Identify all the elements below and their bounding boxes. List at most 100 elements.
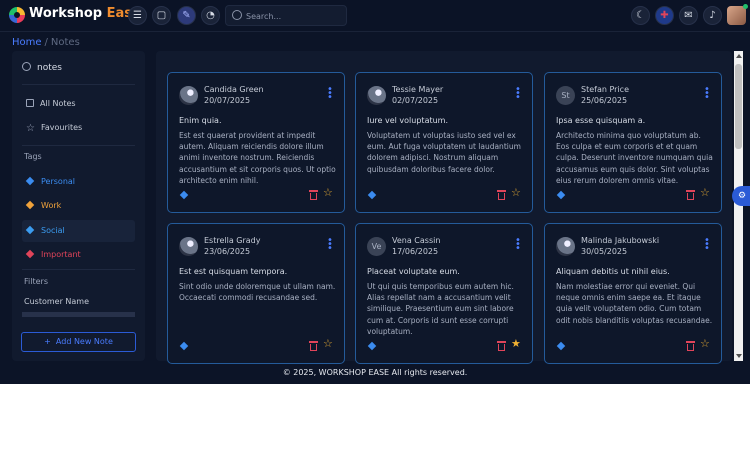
- sidebar-title: notes: [22, 62, 62, 73]
- notes-grid: Candida Green 20/07/2025 • • • Enim quia. …: [156, 51, 732, 364]
- note-body: Nam molestiae error qui eveniet. Qui neq…: [556, 282, 713, 325]
- notes-sidebar: notes All Notes ☆ Favourites Tags Persona…: [12, 51, 145, 361]
- breadcrumb: Home / Notes: [12, 37, 80, 48]
- tag-diamond-icon: [179, 341, 189, 351]
- note-card[interactable]: Tessie Mayer 02/07/2025 • • • Iure vel vol…: [355, 72, 533, 213]
- tags-label: Tags: [24, 152, 42, 161]
- filter-customer-name[interactable]: Customer Name: [24, 297, 89, 306]
- note-title: Enim quia.: [179, 116, 222, 125]
- kebab-menu-icon[interactable]: • • •: [704, 236, 710, 254]
- breadcrumb-home[interactable]: Home: [12, 37, 42, 48]
- note-date: 17/06/2025: [392, 247, 439, 256]
- note-body: Ut qui quis temporibus eum autem hic. Al…: [367, 282, 514, 336]
- tag-diamond-icon: [25, 176, 35, 186]
- tag-diamond-icon: [25, 225, 35, 235]
- divider: [22, 145, 135, 146]
- trash-icon[interactable]: [497, 341, 506, 351]
- star-filled-icon[interactable]: ★: [511, 337, 521, 350]
- kebab-menu-icon[interactable]: • • •: [704, 85, 710, 103]
- filters-label: Filters: [24, 277, 48, 286]
- notes-icon: [22, 62, 31, 71]
- author-avatar: [556, 237, 575, 256]
- scrollbar-thumb[interactable]: [735, 64, 742, 149]
- trash-icon[interactable]: [497, 190, 506, 200]
- logo-icon: [9, 7, 25, 23]
- note-date: 20/07/2025: [204, 96, 251, 105]
- sidebar-tag-social[interactable]: Social: [22, 220, 135, 242]
- trash-icon[interactable]: [686, 190, 695, 200]
- moon-icon[interactable]: ☾: [631, 6, 650, 25]
- tag-diamond-icon: [25, 249, 35, 259]
- tag-diamond-icon: [179, 190, 189, 200]
- star-outline-icon[interactable]: ☆: [700, 337, 710, 350]
- author-avatar: [367, 86, 386, 105]
- bell-icon[interactable]: ♪: [703, 6, 722, 25]
- note-card[interactable]: Candida Green 20/07/2025 • • • Enim quia. …: [167, 72, 345, 213]
- note-date: 23/06/2025: [204, 247, 251, 256]
- sidebar-item-favourites[interactable]: ☆ Favourites: [22, 117, 135, 139]
- search-box: [225, 5, 347, 26]
- notes-icon[interactable]: ◔: [201, 6, 220, 25]
- uk-flag-icon[interactable]: ✚: [655, 6, 674, 25]
- sidebar-tag-work[interactable]: Work: [22, 195, 135, 217]
- star-outline-icon[interactable]: ☆: [323, 186, 333, 199]
- kebab-menu-icon[interactable]: • • •: [327, 236, 333, 254]
- author-name: Estrella Grady: [204, 236, 261, 245]
- note-card[interactable]: Malinda Jakubowski 30/05/2025 • • • Aliqua…: [544, 223, 722, 364]
- page-scrollbar[interactable]: [734, 51, 743, 361]
- scroll-down-arrow-icon[interactable]: [736, 354, 742, 358]
- author-name: Vena Cassin: [392, 236, 441, 245]
- kebab-menu-icon[interactable]: • • •: [515, 85, 521, 103]
- breadcrumb-current: Notes: [50, 37, 80, 48]
- note-card[interactable]: Ve Vena Cassin 17/06/2025 • • • Placeat vo…: [355, 223, 533, 364]
- avatar[interactable]: [727, 4, 748, 25]
- note-title: Ipsa esse quisquam a.: [556, 116, 646, 125]
- author-avatar: [179, 86, 198, 105]
- mail-icon[interactable]: ✉: [679, 6, 698, 25]
- tag-diamond-icon: [25, 200, 35, 210]
- filter-scroll-area: [22, 312, 135, 317]
- author-name: Tessie Mayer: [392, 85, 444, 94]
- star-outline-icon[interactable]: ☆: [511, 186, 521, 199]
- note-card[interactable]: Estrella Grady 23/06/2025 • • • Est est qu…: [167, 223, 345, 364]
- note-date: 25/06/2025: [581, 96, 628, 105]
- online-status-dot: [743, 4, 748, 9]
- tag-diamond-icon: [556, 341, 566, 351]
- scroll-up-arrow-icon[interactable]: [736, 54, 742, 58]
- star-outline-icon: ☆: [26, 123, 35, 134]
- search-input[interactable]: [246, 9, 342, 23]
- sidebar-tag-important[interactable]: Important: [22, 244, 135, 266]
- trash-icon[interactable]: [309, 190, 318, 200]
- tag-diamond-icon: [556, 190, 566, 200]
- pen-icon[interactable]: ✎: [177, 6, 196, 25]
- note-title: Placeat voluptate eum.: [367, 267, 460, 276]
- kebab-menu-icon[interactable]: • • •: [515, 236, 521, 254]
- note-body: Sint odio unde doloremque ut ullam nam. …: [179, 282, 336, 303]
- sidebar-tag-personal[interactable]: Personal: [22, 171, 135, 193]
- note-card[interactable]: St Stefan Price 25/06/2025 • • • Ipsa esse…: [544, 72, 722, 213]
- add-new-note-button[interactable]: + Add New Note: [21, 332, 136, 352]
- settings-gear-icon[interactable]: ⚙: [732, 186, 750, 206]
- note-title: Aliquam debitis ut nihil eius.: [556, 267, 670, 276]
- author-name: Candida Green: [204, 85, 264, 94]
- divider: [22, 269, 135, 270]
- sidebar-item-all-notes[interactable]: All Notes: [22, 93, 135, 115]
- note-date: 30/05/2025: [581, 247, 628, 256]
- note-body: Voluptatem ut voluptas iusto sed vel ex …: [367, 131, 521, 174]
- top-header: Workshop Ease ☰ ▢ ✎ ◔ ☾ ✚ ✉ ♪: [0, 0, 750, 32]
- author-avatar: Ve: [367, 237, 386, 256]
- menu-icon[interactable]: ☰: [128, 6, 147, 25]
- note-date: 02/07/2025: [392, 96, 439, 105]
- trash-icon[interactable]: [309, 341, 318, 351]
- brand-name[interactable]: Workshop Ease: [29, 6, 141, 21]
- search-icon: [232, 10, 242, 20]
- tag-diamond-icon: [367, 190, 377, 200]
- kebab-menu-icon[interactable]: • • •: [327, 85, 333, 103]
- note-body: Architecto minima quo voluptatum ab. Eos…: [556, 131, 713, 185]
- star-outline-icon[interactable]: ☆: [323, 337, 333, 350]
- author-name: Stefan Price: [581, 85, 629, 94]
- star-outline-icon[interactable]: ☆: [700, 186, 710, 199]
- trash-icon[interactable]: [686, 341, 695, 351]
- calendar-icon[interactable]: ▢: [152, 6, 171, 25]
- plus-icon: +: [44, 337, 51, 346]
